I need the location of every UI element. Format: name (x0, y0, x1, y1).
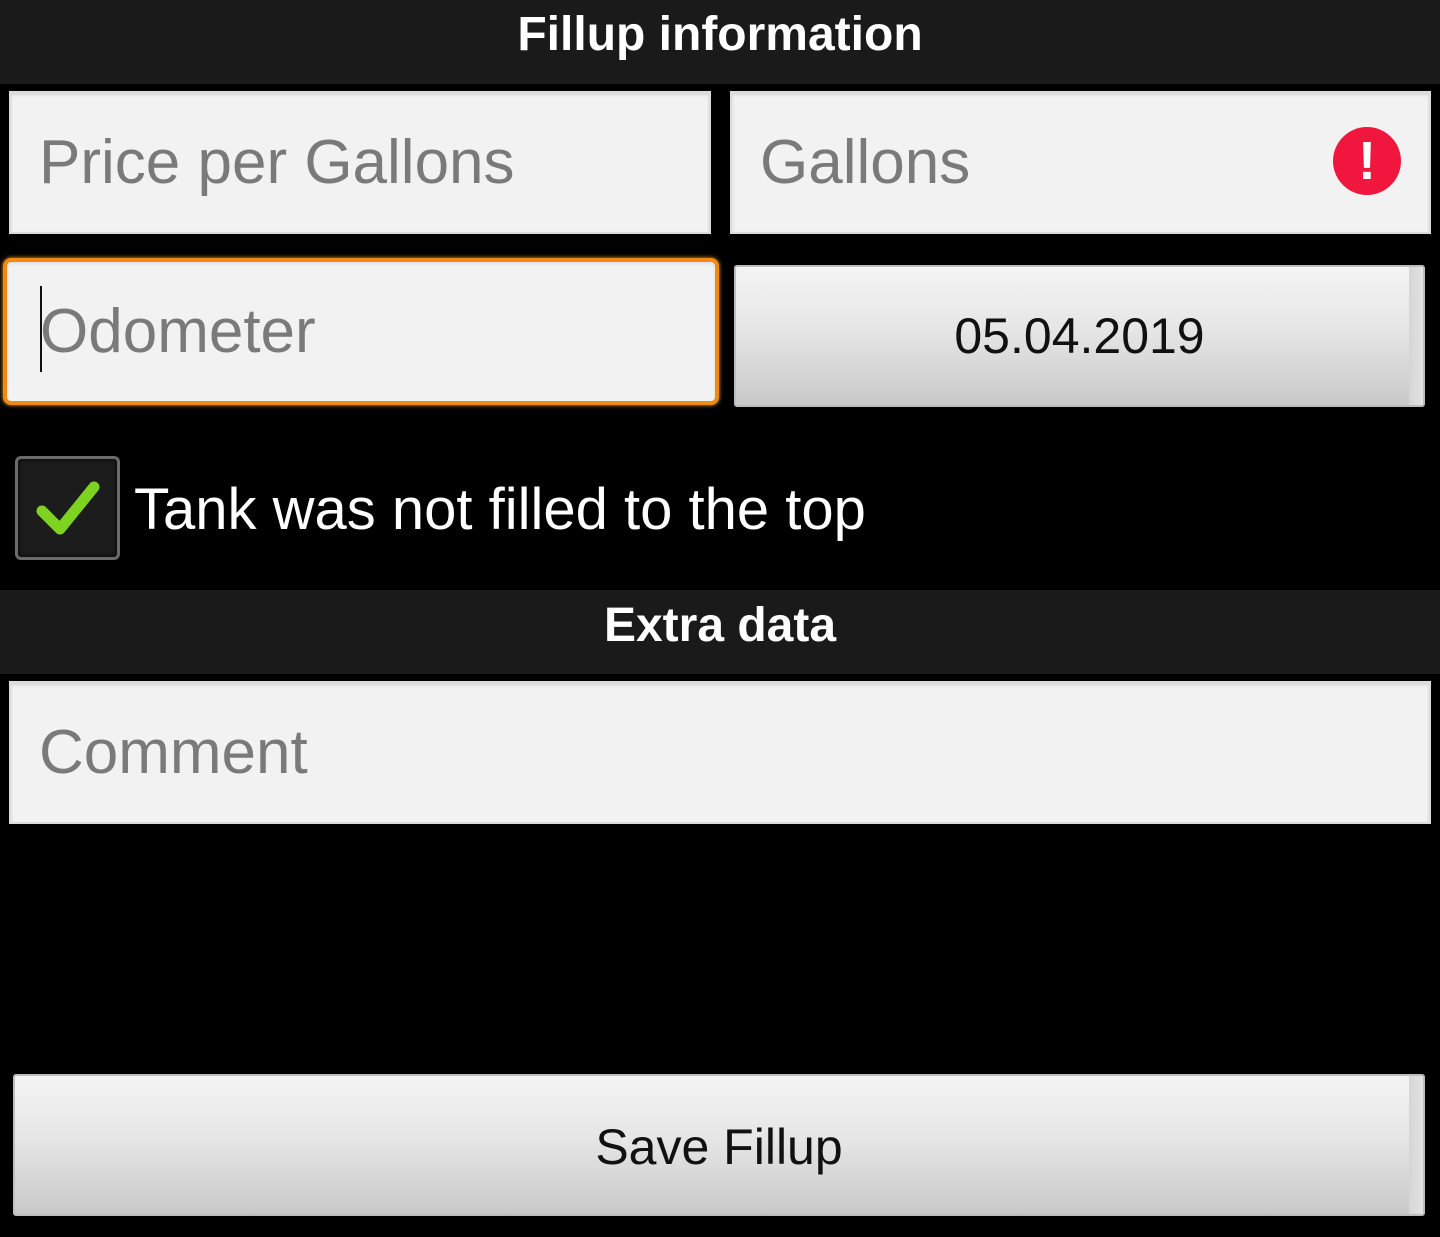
save-fillup-label: Save Fillup (595, 1119, 843, 1175)
error-icon[interactable]: ! (1333, 127, 1401, 195)
odometer-input[interactable] (7, 262, 715, 401)
comment-input[interactable] (11, 683, 1429, 822)
save-fillup-button[interactable]: Save Fillup (13, 1074, 1425, 1216)
section-title: Fillup information (517, 8, 923, 61)
gallons-field[interactable]: ! (730, 91, 1431, 234)
button-edge (1409, 267, 1423, 405)
price-per-gallon-field[interactable] (9, 91, 711, 234)
tank-not-full-checkbox[interactable] (15, 456, 120, 560)
date-label: 05.04.2019 (954, 308, 1205, 364)
odometer-field[interactable] (3, 258, 719, 405)
comment-field[interactable] (9, 681, 1431, 824)
text-cursor (40, 286, 42, 372)
checkmark-icon (36, 481, 100, 535)
tank-not-full-label[interactable]: Tank was not filled to the top (134, 470, 866, 550)
price-per-gallon-input[interactable] (11, 93, 709, 232)
section-header-fillup-information: Fillup information (0, 0, 1440, 84)
section-title: Extra data (603, 599, 837, 652)
gallons-input[interactable] (732, 93, 1429, 232)
section-header-extra-data: Extra data (0, 590, 1440, 674)
fillup-screen: Fillup information ! 05.04.2019 Tank was… (0, 0, 1440, 1237)
button-edge (1409, 1076, 1423, 1214)
date-picker-button[interactable]: 05.04.2019 (734, 265, 1425, 407)
